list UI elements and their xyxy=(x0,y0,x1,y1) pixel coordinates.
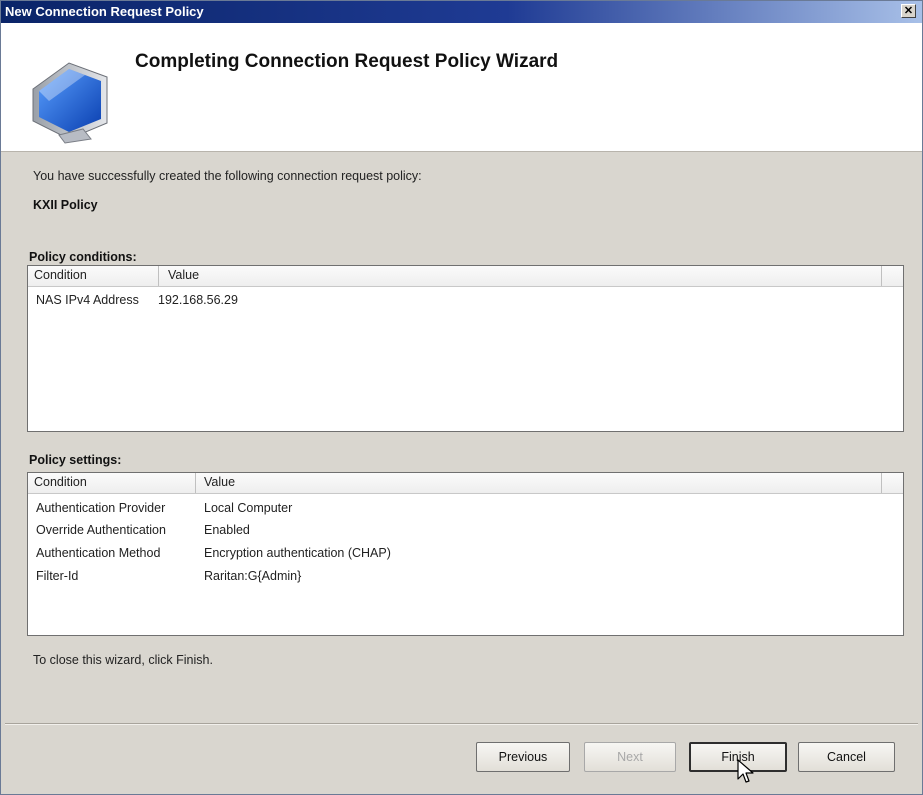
cell-condition: Authentication Provider xyxy=(36,501,166,515)
column-header-condition[interactable]: Condition xyxy=(34,268,87,282)
cell-condition: Override Authentication xyxy=(36,523,166,537)
computer-monitor-icon xyxy=(32,62,108,144)
column-divider[interactable] xyxy=(881,473,882,493)
column-header-condition[interactable]: Condition xyxy=(34,475,87,489)
cell-value: Encryption authentication (CHAP) xyxy=(204,546,391,560)
next-button[interactable]: Next xyxy=(584,742,676,772)
wizard-window: New Connection Request Policy ✕ Completi… xyxy=(0,0,923,795)
wizard-header: Completing Connection Request Policy Wiz… xyxy=(1,23,922,152)
close-button[interactable]: ✕ xyxy=(901,4,916,18)
policy-conditions-list[interactable]: Condition Value NAS IPv4 Address 192.168… xyxy=(27,265,904,432)
column-header-row: Condition Value xyxy=(28,473,903,494)
column-divider[interactable] xyxy=(158,266,159,286)
intro-text: You have successfully created the follow… xyxy=(33,169,422,183)
close-icon: ✕ xyxy=(903,5,914,17)
mouse-pointer-icon xyxy=(737,759,754,783)
close-hint-text: To close this wizard, click Finish. xyxy=(33,653,213,667)
cell-condition: Filter-Id xyxy=(36,569,79,583)
cell-value: 192.168.56.29 xyxy=(158,293,238,307)
policy-settings-list[interactable]: Condition Value Authentication Provider … xyxy=(27,472,904,636)
column-divider[interactable] xyxy=(195,473,196,493)
policy-settings-label: Policy settings: xyxy=(29,453,122,467)
cell-condition: NAS IPv4 Address xyxy=(36,293,139,307)
cancel-button[interactable]: Cancel xyxy=(798,742,895,772)
page-title: Completing Connection Request Policy Wiz… xyxy=(135,51,559,72)
window-title: New Connection Request Policy xyxy=(5,4,204,19)
cell-value: Local Computer xyxy=(204,501,293,515)
column-divider[interactable] xyxy=(881,266,882,286)
policy-name: KXII Policy xyxy=(33,198,98,212)
cell-value: Raritan:G{Admin} xyxy=(204,569,302,583)
footer-divider xyxy=(5,723,918,725)
policy-conditions-label: Policy conditions: xyxy=(29,250,137,264)
cell-condition: Authentication Method xyxy=(36,546,161,560)
column-header-value[interactable]: Value xyxy=(168,268,199,282)
column-header-value[interactable]: Value xyxy=(204,475,235,489)
column-header-row: Condition Value xyxy=(28,266,903,287)
cell-value: Enabled xyxy=(204,523,250,537)
previous-button[interactable]: Previous xyxy=(476,742,570,772)
title-bar[interactable]: New Connection Request Policy ✕ xyxy=(1,1,922,23)
